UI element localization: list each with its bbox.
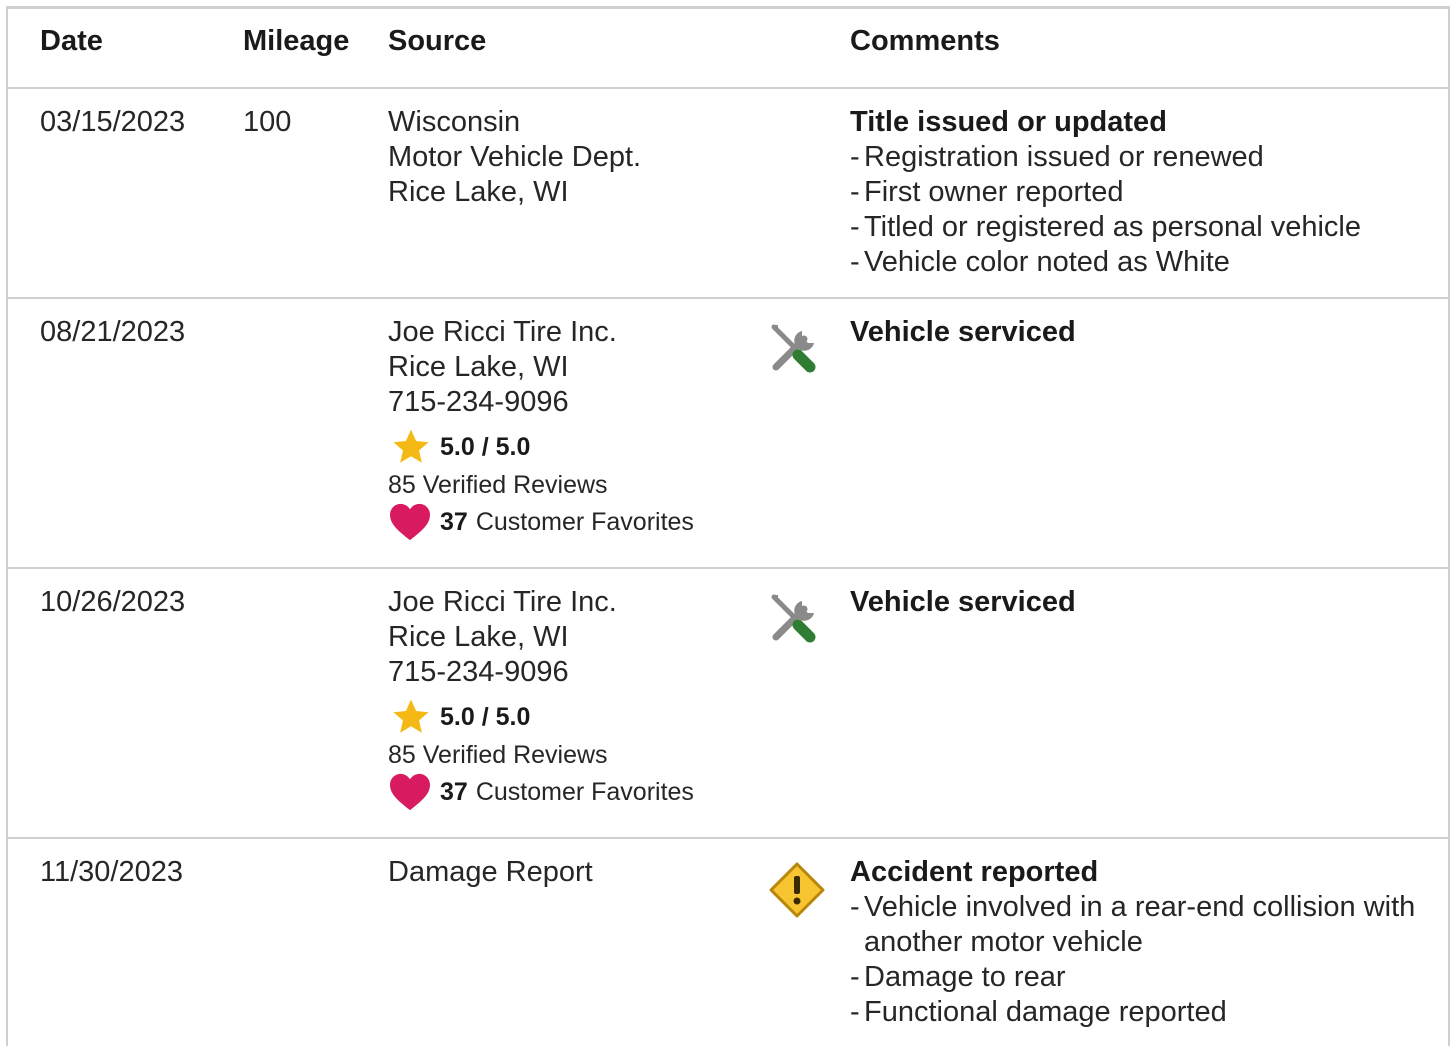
favorites-count: 37 [440,508,468,536]
record-comments: Accident reported Vehicle involved in a … [850,855,1440,1030]
record-date: 10/26/2023 [40,586,186,618]
comment-item: Vehicle involved in a rear-end collision… [850,890,1440,960]
service-tools-icon [768,321,824,377]
favorites-label: Customer Favorites [475,778,694,806]
shop-name-link[interactable]: Joe Ricci Tire Inc. [388,585,768,620]
source-name: Wisconsin [388,106,521,138]
record-date: 11/30/2023 [40,856,183,888]
favorites-line: 37 Customer Favorites [388,772,768,812]
reviews-count-link[interactable]: 85 Verified Reviews [388,738,768,772]
record-source: Joe Ricci Tire Inc. Rice Lake, WI 715-23… [388,585,768,812]
comment-title: Title issued or updated [850,106,1167,138]
rating-value: 5.0 / 5.0 [440,703,531,731]
source-name: Damage Report [388,856,593,888]
table-row: 11/30/2023 Damage Report Accident report… [8,839,1448,1049]
comment-item: Functional damage reported [850,995,1440,1030]
warning-icon [768,861,825,918]
record-source: Damage Report [388,855,768,890]
rating-line: 5.0 / 5.0 [388,696,768,738]
star-icon [393,429,429,463]
table-row: 08/21/2023 Joe Ricci Tire Inc. Rice Lake… [8,299,1448,569]
heart-icon [390,503,430,541]
record-date: 08/21/2023 [40,316,186,348]
comment-item: Vehicle color noted as White [850,245,1440,280]
header-date: Date [40,25,103,57]
table-row: 10/26/2023 Joe Ricci Tire Inc. Rice Lake… [8,569,1448,839]
record-comments: Title issued or updated Registration iss… [850,105,1440,280]
record-source: Joe Ricci Tire Inc. Rice Lake, WI 715-23… [388,315,768,542]
history-table: Date Mileage Source Comments 03/15/2023 … [6,6,1450,1046]
source-location: Rice Lake, WI [388,176,569,208]
comment-item: Damage to rear [850,960,1440,995]
record-source: Wisconsin Motor Vehicle Dept. Rice Lake,… [388,105,768,210]
star-icon [393,699,429,733]
comment-title: Accident reported [850,856,1099,888]
record-comments: Vehicle serviced [850,315,1440,350]
table-row: 03/15/2023 100 Wisconsin Motor Vehicle D… [8,89,1448,299]
comment-item: Registration issued or renewed [850,140,1440,175]
heart-icon [390,773,430,811]
rating-line: 5.0 / 5.0 [388,426,768,468]
comment-item: First owner reported [850,175,1440,210]
shop-rating-block: 5.0 / 5.0 85 Verified Reviews 37 Custome… [388,426,768,542]
comment-item: Titled or registered as personal vehicle [850,210,1440,245]
header-comments: Comments [850,25,1000,57]
shop-name-link[interactable]: Joe Ricci Tire Inc. [388,315,768,350]
favorites-label: Customer Favorites [475,508,694,536]
reviews-count-link[interactable]: 85 Verified Reviews [388,468,768,502]
source-location: Rice Lake, WI [388,351,569,383]
service-tools-icon [768,591,824,647]
favorites-count: 37 [440,778,468,806]
shop-rating-block: 5.0 / 5.0 85 Verified Reviews 37 Custome… [388,696,768,812]
table-header: Date Mileage Source Comments [8,9,1448,89]
source-location: Rice Lake, WI [388,621,569,653]
shop-phone: 715-234-9096 [388,656,569,688]
record-comments: Vehicle serviced [850,585,1440,620]
header-mileage: Mileage [243,25,350,57]
record-date: 03/15/2023 [40,106,186,138]
shop-phone: 715-234-9096 [388,386,569,418]
comment-title: Vehicle serviced [850,316,1076,348]
favorites-line: 37 Customer Favorites [388,502,768,542]
record-mileage: 100 [243,106,292,138]
rating-value: 5.0 / 5.0 [440,433,531,461]
comment-title: Vehicle serviced [850,586,1076,618]
source-dept: Motor Vehicle Dept. [388,141,642,173]
header-source: Source [388,25,487,57]
